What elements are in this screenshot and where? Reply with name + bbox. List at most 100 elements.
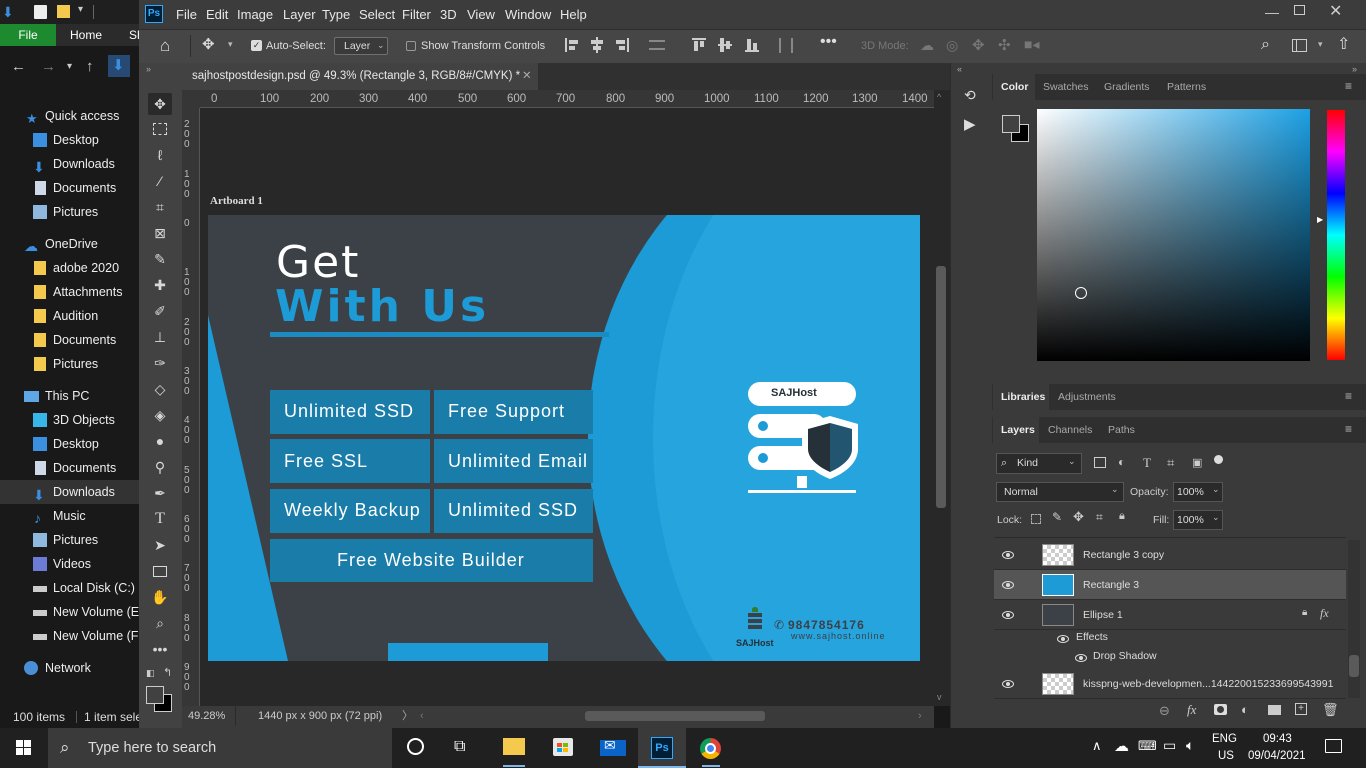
- layer-row[interactable]: kisspng-web-developmen...144220015233699…: [994, 669, 1346, 699]
- workspace-dropdown-icon[interactable]: ▾: [1318, 39, 1323, 50]
- nav-item-onedrive-pictures[interactable]: Pictures: [0, 352, 139, 376]
- menu-help[interactable]: Help: [560, 0, 587, 29]
- nav-item-videos[interactable]: Videos: [0, 552, 139, 576]
- color-field[interactable]: [1037, 109, 1310, 361]
- menu-view[interactable]: View: [467, 0, 495, 29]
- up-arrow-icon[interactable]: ↑: [86, 58, 94, 75]
- filter-toggle-icon[interactable]: [1214, 455, 1223, 464]
- pen-tool-icon[interactable]: ✒: [148, 482, 172, 504]
- file-explorer-taskbar-icon[interactable]: [503, 738, 525, 755]
- nav-item-documents[interactable]: Documents: [0, 176, 139, 200]
- distribute-horizontal-icon[interactable]: [779, 38, 793, 53]
- eraser-tool-icon[interactable]: ◇: [148, 378, 172, 400]
- auto-select-checkbox[interactable]: ✓: [251, 40, 262, 51]
- show-hidden-icons-chevron-icon[interactable]: ∧: [1092, 738, 1102, 754]
- store-icon[interactable]: [553, 738, 573, 756]
- hand-tool-icon[interactable]: ✋: [148, 586, 172, 608]
- taskbar-search-box[interactable]: ⌕ Type here to search: [48, 728, 392, 768]
- filter-shape-icon[interactable]: ⌗: [1167, 455, 1174, 471]
- nav-item-music[interactable]: ♪ Music: [0, 504, 139, 528]
- nav-item-adobe-2020[interactable]: adobe 2020: [0, 256, 139, 280]
- close-tab-icon[interactable]: ✕: [522, 63, 532, 90]
- eyedropper-tool-icon[interactable]: ✎: [148, 248, 172, 270]
- task-view-icon[interactable]: ⧉: [454, 738, 465, 756]
- visibility-eye-icon[interactable]: [1002, 549, 1014, 561]
- tab-patterns[interactable]: Patterns: [1167, 74, 1206, 100]
- menu-type[interactable]: Type: [322, 0, 350, 29]
- foreground-color-swatch[interactable]: [146, 686, 164, 704]
- zoom-tool-icon[interactable]: ⌕: [148, 612, 172, 634]
- nav-item-pc-desktop[interactable]: Desktop: [0, 432, 139, 456]
- volume-icon[interactable]: 🔈︎: [1186, 737, 1194, 754]
- opacity-input[interactable]: 100% ⌄: [1173, 482, 1223, 502]
- drop-shadow-label[interactable]: Drop Shadow: [1093, 650, 1157, 662]
- 3d-slide-icon[interactable]: ✣: [998, 36, 1011, 54]
- recent-dropdown-icon[interactable]: ▾: [67, 61, 72, 72]
- nav-item-audition[interactable]: Audition: [0, 304, 139, 328]
- effects-eye-icon[interactable]: [1057, 633, 1069, 648]
- align-middle-icon[interactable]: [718, 37, 732, 53]
- lock-transparent-icon[interactable]: [1031, 514, 1041, 524]
- nav-item-3d-objects[interactable]: 3D Objects: [0, 408, 139, 432]
- color-foreground-swatch[interactable]: [1002, 115, 1020, 133]
- share-icon[interactable]: ⇧: [1337, 34, 1350, 54]
- panel-menu-icon[interactable]: ≡: [1345, 422, 1352, 436]
- actions-play-icon[interactable]: ▶: [964, 115, 976, 133]
- chrome-icon[interactable]: [700, 738, 721, 759]
- brush-tool-icon[interactable]: ✐: [148, 300, 172, 322]
- new-adjustment-icon[interactable]: ◐: [1241, 702, 1249, 717]
- hue-slider[interactable]: [1327, 110, 1345, 360]
- nav-item-pc-pictures[interactable]: Pictures: [0, 528, 139, 552]
- scroll-left-icon[interactable]: ‹: [420, 706, 424, 726]
- paint-bucket-tool-icon[interactable]: ◈: [148, 404, 172, 426]
- move-tool-icon[interactable]: ✥: [148, 93, 172, 115]
- photoshop-logo-icon[interactable]: Ps: [145, 5, 163, 23]
- menu-file[interactable]: File: [176, 0, 197, 29]
- magic-wand-tool-icon[interactable]: ⁄: [148, 170, 172, 192]
- 3d-orbit-icon[interactable]: ☁: [920, 37, 934, 54]
- onedrive-cloud-icon[interactable]: ☁: [1114, 737, 1129, 755]
- nav-item-network[interactable]: Network: [0, 656, 139, 680]
- swap-colors-icon[interactable]: ↰: [163, 666, 172, 679]
- photoshop-taskbar-button[interactable]: Ps: [638, 728, 686, 768]
- input-method-icon[interactable]: ⌨: [1138, 738, 1157, 754]
- nav-item-pictures[interactable]: Pictures: [0, 200, 139, 224]
- healing-brush-tool-icon[interactable]: ✚: [148, 274, 172, 296]
- visibility-eye-icon[interactable]: [1002, 678, 1014, 690]
- zoom-level[interactable]: 49.28%: [188, 706, 225, 726]
- tab-paths[interactable]: Paths: [1108, 417, 1135, 443]
- back-arrow-icon[interactable]: ←: [11, 58, 26, 75]
- menu-window[interactable]: Window: [505, 0, 551, 29]
- ribbon-tab-file[interactable]: File: [0, 24, 56, 46]
- tab-channels[interactable]: Channels: [1048, 417, 1092, 443]
- history-brush-tool-icon[interactable]: ✑: [148, 352, 172, 374]
- 3d-pan-icon[interactable]: ✥: [972, 36, 985, 54]
- tab-libraries[interactable]: Libraries: [993, 384, 1049, 410]
- lock-all-icon[interactable]: 🔒︎: [1119, 510, 1125, 523]
- 3d-scale-icon[interactable]: ■◂: [1024, 36, 1039, 53]
- windows-start-icon[interactable]: [16, 740, 32, 756]
- maximize-icon[interactable]: [1294, 5, 1305, 15]
- filter-smart-object-icon[interactable]: ▣: [1192, 456, 1202, 469]
- nav-item-downloads[interactable]: ⬇ Downloads: [0, 152, 139, 176]
- distribute-vertical-icon[interactable]: [649, 40, 665, 50]
- cortana-icon[interactable]: [407, 738, 424, 755]
- move-tool-icon[interactable]: ✥: [202, 35, 215, 53]
- menu-filter[interactable]: Filter: [402, 0, 431, 29]
- panel-menu-icon[interactable]: ≡: [1345, 79, 1352, 93]
- tab-layers[interactable]: Layers: [993, 417, 1039, 443]
- clone-stamp-tool-icon[interactable]: ⊥: [148, 326, 172, 348]
- layer-row[interactable]: Ellipse 1 🔒︎ fx: [994, 600, 1346, 630]
- nav-item-new-volume-e[interactable]: New Volume (E:: [0, 600, 139, 624]
- quick-access-item[interactable]: ★ Quick access: [0, 104, 139, 128]
- align-top-icon[interactable]: [692, 38, 706, 52]
- menu-layer[interactable]: Layer: [283, 0, 316, 29]
- home-icon[interactable]: ⌂: [160, 36, 170, 56]
- document-tab[interactable]: sajhostpostdesign.psd @ 49.3% (Rectangle…: [182, 63, 538, 90]
- status-menu-icon[interactable]: 〉: [402, 706, 413, 726]
- new-layer-icon[interactable]: +: [1295, 703, 1307, 715]
- blend-mode-dropdown[interactable]: Normal ⌄: [996, 482, 1124, 502]
- fx-icon[interactable]: fx: [1320, 606, 1329, 621]
- more-options-icon[interactable]: •••: [820, 33, 837, 51]
- filter-adjustment-icon[interactable]: ◐: [1118, 455, 1125, 469]
